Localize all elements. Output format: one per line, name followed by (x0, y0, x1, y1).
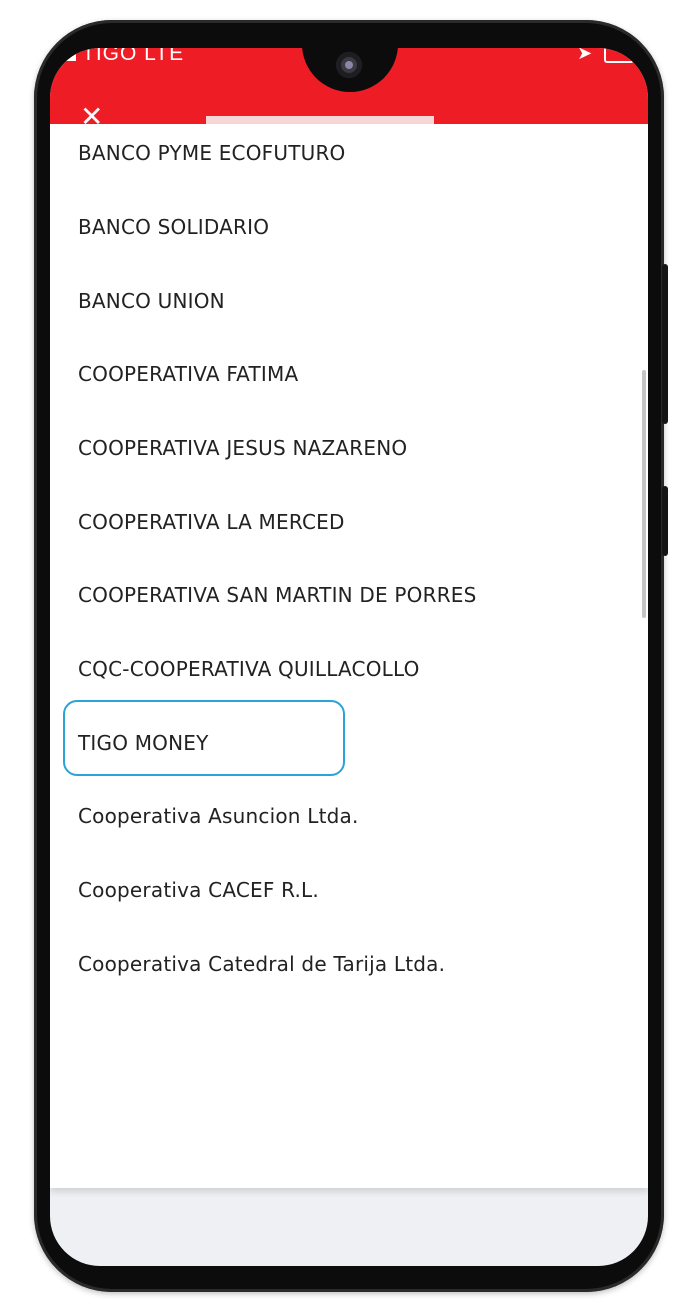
selection-highlight (63, 700, 345, 776)
power-button (662, 264, 668, 424)
status-icons: ➤ (577, 48, 634, 64)
list-item[interactable]: BANCO SOLIDARIO (78, 207, 269, 247)
list-item[interactable]: Cooperativa Catedral de Tarija Ltda. (78, 944, 445, 984)
list-item[interactable]: BANCO PYME ECOFUTURO (78, 133, 346, 173)
carrier-status: TIGO LTE (62, 48, 184, 66)
list-item[interactable]: Cooperativa CACEF R.L. (78, 870, 319, 910)
list-item[interactable]: BANCO UNION (78, 281, 225, 321)
list-item[interactable]: COOPERATIVA FATIMA (78, 354, 298, 394)
front-camera (336, 52, 362, 78)
battery-icon (604, 48, 634, 63)
phone-frame: TIGO LTE ➤ ✕ BANCO PYME ECOFUTURO BANCO … (34, 20, 668, 1292)
phone-screen: TIGO LTE ➤ ✕ BANCO PYME ECOFUTURO BANCO … (50, 48, 648, 1266)
list-item[interactable]: Cooperativa Asuncion Ltda. (78, 796, 359, 836)
scrollbar[interactable] (642, 370, 646, 618)
list-item[interactable]: CQC-COOPERATIVA QUILLACOLLO (78, 649, 420, 689)
list-item[interactable]: COOPERATIVA LA MERCED (78, 502, 345, 542)
signal-icon (62, 48, 76, 62)
header-title-blurred (206, 116, 434, 124)
carrier-label: TIGO LTE (82, 48, 185, 65)
bank-selection-sheet: BANCO PYME ECOFUTURO BANCO SOLIDARIO BAN… (50, 124, 648, 1188)
list-item[interactable]: COOPERATIVA SAN MARTIN DE PORRES (78, 575, 477, 615)
volume-button (662, 486, 668, 556)
location-arrow-icon: ➤ (577, 48, 593, 64)
list-item[interactable]: COOPERATIVA JESUS NAZARENO (78, 428, 407, 468)
